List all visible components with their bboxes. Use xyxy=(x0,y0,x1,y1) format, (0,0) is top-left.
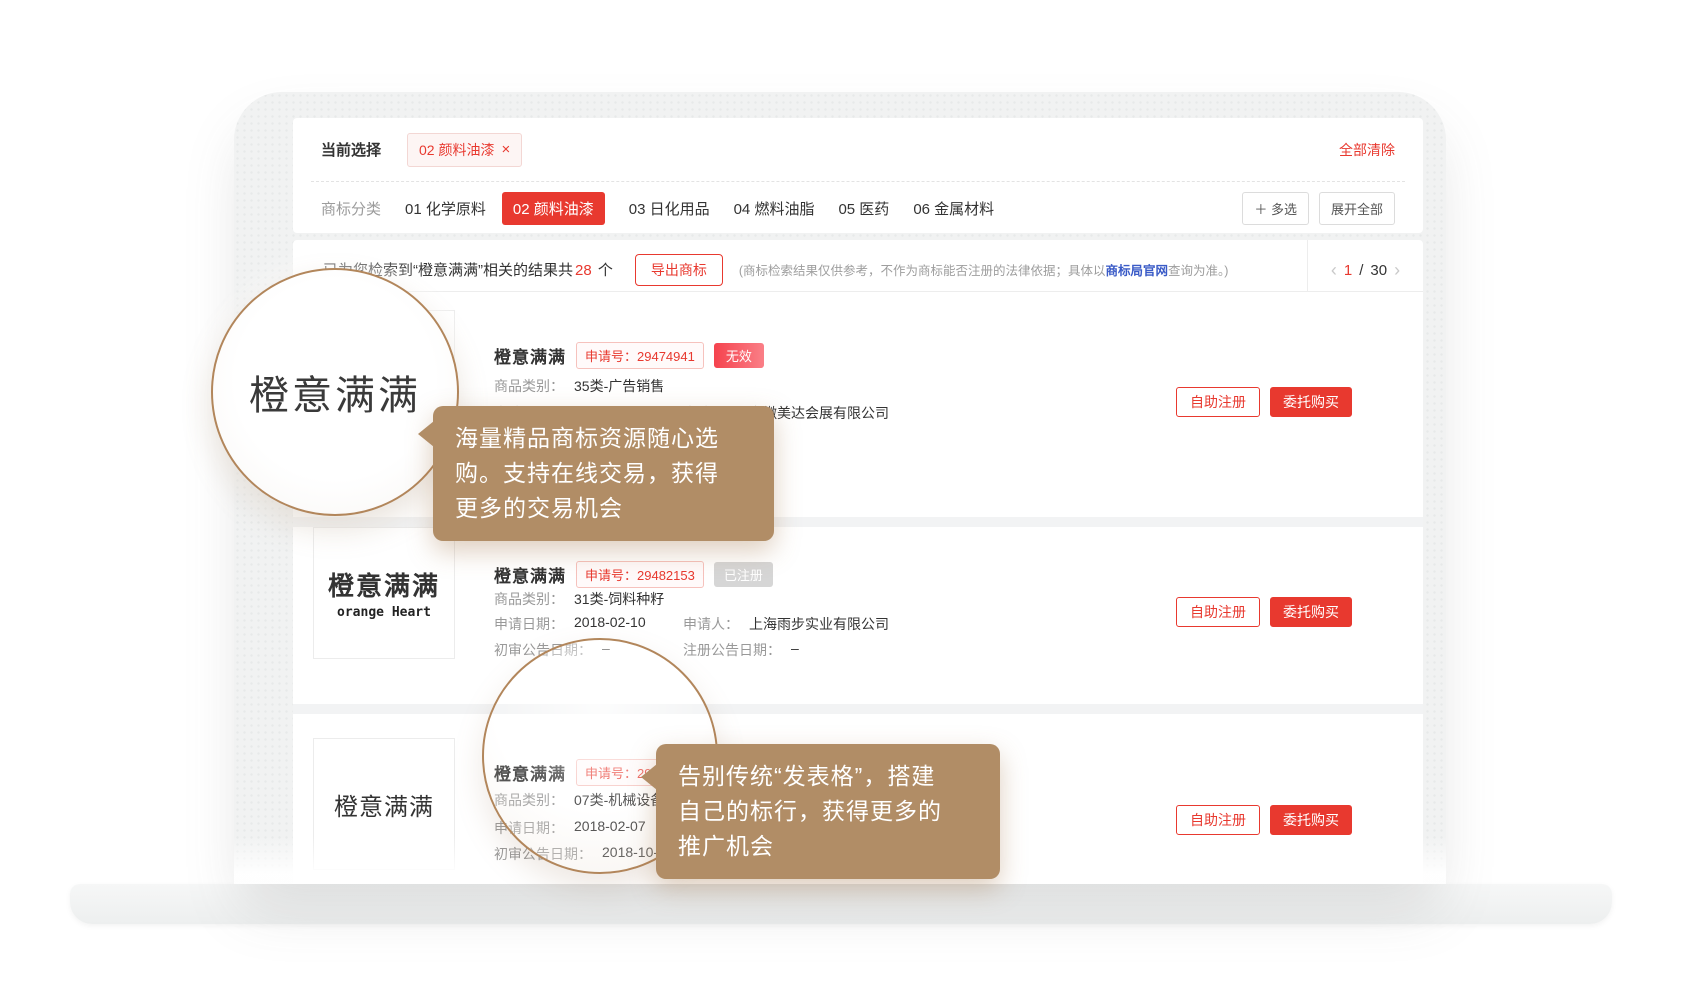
entrust-purchase-button[interactable]: 委托购买 xyxy=(1270,805,1352,835)
callout-bubble-trading: 海量精品商标资源随心选 购。支持在线交易，获得 更多的交易机会 xyxy=(433,406,774,541)
bubble-tail xyxy=(641,764,657,790)
category-row: 商标分类 01 化学原料 02 颜料油漆 03 日化用品 04 燃料油脂 05 … xyxy=(293,182,1423,233)
row-1-actions: 自助注册 委托购买 xyxy=(1176,387,1352,417)
category-value: 35类-广告销售 xyxy=(574,376,664,396)
result-row-2: 橙意满满 orange Heart 橙意满满 申请号：29482153 已注册 … xyxy=(293,527,1423,704)
application-number-value: 29474941 xyxy=(637,349,695,364)
expand-all-button[interactable]: 展开全部 xyxy=(1319,192,1395,225)
callout-line: 海量精品商标资源随心选 xyxy=(455,421,752,456)
next-page-icon[interactable]: › xyxy=(1394,261,1400,279)
magnifier-circle-trademark: 橙意满满 xyxy=(211,268,459,516)
category-pair: 商品类别： 35类-广告销售 xyxy=(494,376,664,396)
results-summary-suffix: 个 xyxy=(594,262,613,279)
entrust-purchase-button[interactable]: 委托购买 xyxy=(1270,597,1352,627)
row-1-title-line: 橙意满满 申请号：29474941 无效 xyxy=(494,342,764,369)
trademark-name: 橙意满满 xyxy=(494,562,566,587)
category-row-label: 商标分类 xyxy=(321,198,381,219)
trademark-image-2-text: 橙意满满 xyxy=(328,566,440,603)
results-header: 已为您检索到“橙意满满”相关的结果共28 个 导出商标 (商标检索结果仅供参考，… xyxy=(293,240,1423,292)
close-icon[interactable]: × xyxy=(501,142,510,157)
row-2-actions: 自助注册 委托购买 xyxy=(1176,597,1352,627)
category-item-04[interactable]: 04 燃料油脂 xyxy=(734,198,815,219)
apply-date-label: 申请日期： xyxy=(494,614,564,634)
category-item-02-selected[interactable]: 02 颜料油漆 xyxy=(502,192,605,225)
disclaimer-note: (商标检索结果仅供参考，不作为商标能否注册的法律依据；具体以商标局官网查询为准。… xyxy=(739,260,1229,279)
callout-line: 推广机会 xyxy=(678,829,978,864)
callout-bubble-promotion: 告别传统“发表格”，搭建 自己的标行，获得更多的 推广机会 xyxy=(656,744,1000,879)
magnified-trademark-text: 橙意满满 xyxy=(249,363,421,421)
apply-date-value: 2018-02-10 xyxy=(574,614,646,634)
selected-filter-tag-label: 02 颜料油漆 xyxy=(419,140,494,160)
multi-select-button[interactable]: ＋ 多选 xyxy=(1242,192,1309,225)
category-item-05[interactable]: 05 医药 xyxy=(838,198,889,219)
callout-line: 购。支持在线交易，获得 xyxy=(455,456,752,491)
laptop-base xyxy=(70,884,1612,924)
row-2-date-line: 申请日期： 2018-02-10 申请人： 上海雨步实业有限公司 xyxy=(494,614,889,634)
page-separator: / xyxy=(1359,262,1363,279)
category-pair: 商品类别： 31类-饲料种籽 xyxy=(494,589,664,609)
application-number-label: 申请号： xyxy=(585,349,637,364)
category-label: 商品类别： xyxy=(494,589,564,609)
selected-filter-tag[interactable]: 02 颜料油漆 × xyxy=(407,133,522,167)
applicant-label: 申请人： xyxy=(683,614,739,634)
trademark-image-3[interactable]: 橙意满满 xyxy=(313,738,455,870)
row-1-category-line: 商品类别： 35类-广告销售 xyxy=(494,376,664,396)
trademark-image-3-text: 橙意满满 xyxy=(334,787,434,822)
page: 当前选择 02 颜料油漆 × 全部清除 商标分类 01 化学原料 02 颜料油漆… xyxy=(0,0,1696,1002)
row-3-actions: 自助注册 委托购买 xyxy=(1176,805,1352,835)
status-badge-registered: 已注册 xyxy=(714,562,773,587)
applicant-pair: 申请人： 上海雨步实业有限公司 xyxy=(683,614,889,634)
current-selection-row: 当前选择 02 颜料油漆 × 全部清除 xyxy=(293,118,1423,181)
status-badge-invalid: 无效 xyxy=(714,343,764,368)
self-register-button[interactable]: 自助注册 xyxy=(1176,597,1260,627)
filter-card: 当前选择 02 颜料油漆 × 全部清除 商标分类 01 化学原料 02 颜料油漆… xyxy=(293,118,1423,233)
clear-all-link[interactable]: 全部清除 xyxy=(1339,140,1395,160)
trademark-image-2-subtext: orange Heart xyxy=(337,605,431,620)
entrust-purchase-button[interactable]: 委托购买 xyxy=(1270,387,1352,417)
bubble-tail xyxy=(418,421,434,447)
apply-date-pair: 申请日期： 2018-02-10 xyxy=(494,614,683,634)
reg-publication-label: 注册公告日期： xyxy=(683,640,781,660)
current-selection-label: 当前选择 xyxy=(321,139,381,160)
application-number-value: 29482153 xyxy=(637,568,695,583)
pagination: ‹ 1 / 30 › xyxy=(1307,240,1423,292)
application-number-label: 申请号： xyxy=(585,568,637,583)
category-item-01[interactable]: 01 化学原料 xyxy=(405,198,486,219)
reg-publication-pair: 注册公告日期：– xyxy=(683,640,799,660)
trademark-image-2[interactable]: 橙意满满 orange Heart xyxy=(313,527,455,659)
self-register-button[interactable]: 自助注册 xyxy=(1176,805,1260,835)
callout-line: 自己的标行，获得更多的 xyxy=(678,794,978,829)
trademark-office-link[interactable]: 商标局官网 xyxy=(1106,264,1169,278)
current-page: 1 xyxy=(1344,262,1352,279)
disclaimer-post: 查询为准。) xyxy=(1168,264,1228,278)
category-item-03[interactable]: 03 日化用品 xyxy=(629,198,710,219)
category-item-06[interactable]: 06 金属材料 xyxy=(913,198,994,219)
category-label: 商品类别： xyxy=(494,376,564,396)
reg-publication-value: – xyxy=(791,640,799,660)
row-divider xyxy=(293,704,1423,714)
disclaimer-pre: (商标检索结果仅供参考，不作为商标能否注册的法律依据；具体以 xyxy=(739,264,1106,278)
row-2-title-line: 橙意满满 申请号：29482153 已注册 xyxy=(494,561,773,588)
callout-line: 告别传统“发表格”，搭建 xyxy=(678,759,978,794)
export-trademarks-button[interactable]: 导出商标 xyxy=(635,254,723,286)
row-2-category-line: 商品类别： 31类-饲料种籽 xyxy=(494,589,664,609)
callout-line: 更多的交易机会 xyxy=(455,491,752,526)
applicant-value: 上海雨步实业有限公司 xyxy=(749,614,889,634)
category-actions: ＋ 多选 展开全部 xyxy=(1242,192,1395,225)
application-number-tag: 申请号：29474941 xyxy=(576,342,704,369)
prev-page-icon[interactable]: ‹ xyxy=(1331,261,1337,279)
trademark-name: 橙意满满 xyxy=(494,343,566,368)
category-value: 31类-饲料种籽 xyxy=(574,589,664,609)
application-number-tag: 申请号：29482153 xyxy=(576,561,704,588)
results-count: 28 xyxy=(575,262,592,279)
total-pages: 30 xyxy=(1370,262,1387,279)
self-register-button[interactable]: 自助注册 xyxy=(1176,387,1260,417)
